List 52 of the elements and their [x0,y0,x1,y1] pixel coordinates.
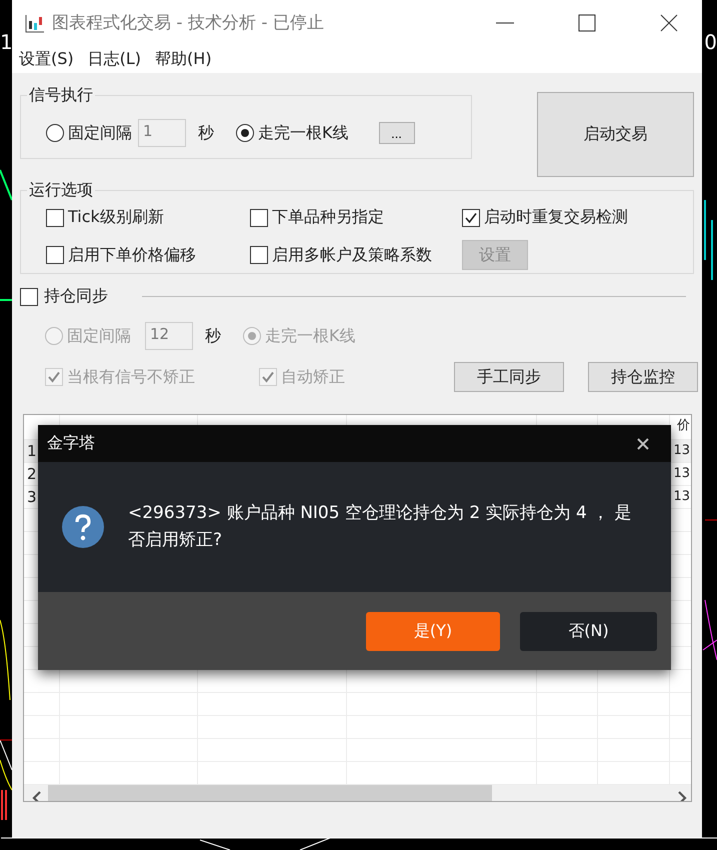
checkbox-label: 当根有信号不矫正 [67,366,195,388]
menu-item[interactable]: 设置(S) [19,48,74,70]
checkbox[interactable] [20,288,38,306]
table-cell-text: 13 [673,442,690,460]
column-header: 价 [677,417,690,435]
sync-button[interactable]: 持仓监控 [588,362,698,392]
table-cell-text: 1 [27,441,37,462]
dialog-message: <296373> 账户品种 NI05 空仓理论持仓为 2 实际持仓为 4 ， 是否启用矫正? [128,502,633,552]
chart-value-text: 1 [0,30,13,54]
radio-button[interactable] [236,124,254,142]
radio-label: 固定间隔 [67,326,131,346]
checkbox-label: 启用多帐户及策略系数 [272,244,432,266]
checkbox-label: 下单品种另指定 [272,207,384,228]
checkbox[interactable] [462,208,480,226]
table-cell-text: 13 [673,488,690,506]
more-button[interactable]: ... [378,122,414,144]
table-cell-text: 3 [27,487,37,508]
checkbox-label: 自动矫正 [281,366,345,388]
checkbox-label: 启动时重复交易检测 [484,207,628,228]
unit-label: 秒 [205,326,221,346]
group-title: 运行选项 [28,180,94,201]
interval-field[interactable]: 1 [138,119,186,147]
table-cell-text: 2 [27,464,37,485]
radio-label: 走完一根K线 [265,326,356,346]
candlestick-icon [25,12,45,32]
menu-item[interactable]: 日志(L) [88,48,142,70]
checkbox[interactable] [46,246,64,264]
scroll-right-icon[interactable] [677,790,687,801]
dialog-title: 金字塔 [47,433,95,454]
menu-item[interactable]: 帮助(H) [155,48,212,70]
radio-button[interactable] [46,124,64,142]
checkbox[interactable] [250,208,268,226]
close-icon[interactable] [658,12,680,34]
question-icon [62,506,104,548]
checkbox-label: 启用下单价格偏移 [68,244,196,266]
checkbox[interactable] [46,208,64,226]
cancel-button[interactable]: 否(N) [520,612,657,650]
chart-value-text: 0 [704,30,717,54]
maximize-icon[interactable] [576,12,598,34]
table-cell-text: 13 [673,465,690,483]
checkbox-label: 持仓同步 [44,286,108,307]
radio-label: 固定间隔 [68,122,132,144]
start-trading-button[interactable]: 启动交易 [537,92,694,177]
window-title: 图表程式化交易 - 技术分析 - 已停止 [52,12,324,34]
group-title: 信号执行 [28,85,94,106]
radio-label: 走完一根K线 [258,122,348,144]
scroll-left-icon[interactable] [32,790,42,801]
checkbox-label: Tick级别刷新 [68,207,164,228]
unit-label: 秒 [198,122,214,144]
close-icon[interactable] [637,438,649,450]
checkbox[interactable] [250,246,268,264]
sync-button[interactable]: 手工同步 [454,362,564,392]
